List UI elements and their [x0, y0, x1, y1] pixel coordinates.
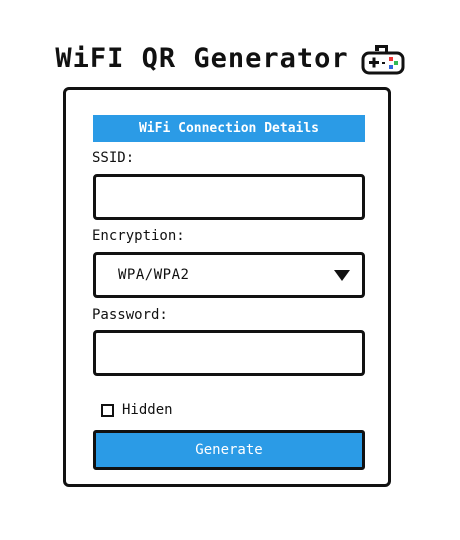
encryption-select[interactable]: WPA/WPA2: [93, 252, 365, 298]
hidden-option: Hidden: [101, 402, 173, 418]
header: WiFI QR Generator: [0, 38, 460, 78]
generate-button[interactable]: Generate: [93, 430, 365, 470]
encryption-label: Encryption:: [92, 228, 185, 244]
encryption-selected-value: WPA/WPA2: [118, 267, 190, 283]
hidden-checkbox[interactable]: [101, 403, 114, 417]
section-title: WiFi Connection Details: [93, 115, 365, 142]
ssid-input[interactable]: [93, 174, 365, 220]
wifi-form-card: WiFi Connection Details SSID: Encryption…: [63, 87, 391, 487]
ssid-label: SSID:: [92, 150, 135, 166]
hidden-checkbox-label[interactable]: Hidden: [122, 402, 173, 418]
game-controller-icon: [361, 45, 405, 75]
password-label: Password:: [92, 307, 168, 323]
page-title: WiFI QR Generator: [55, 42, 349, 74]
chevron-down-icon: [334, 269, 350, 281]
password-input[interactable]: [93, 330, 365, 376]
